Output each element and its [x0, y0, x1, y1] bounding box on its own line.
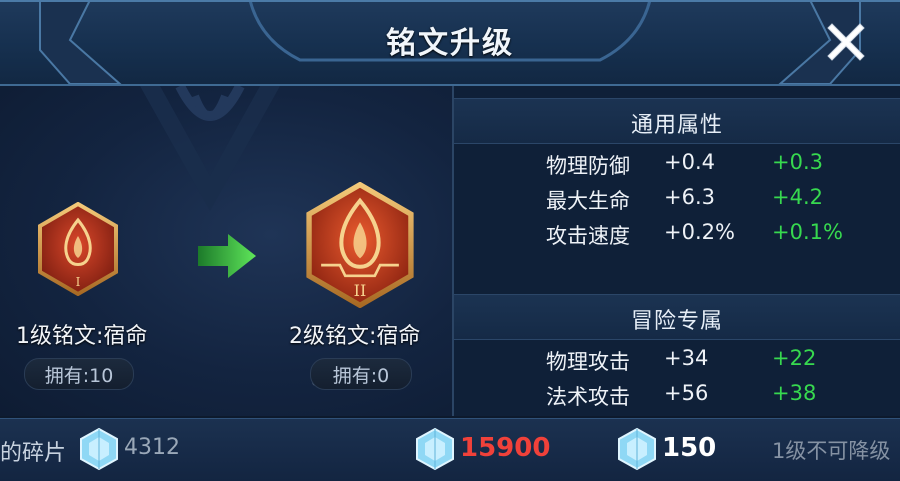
page-title: 铭文升级	[386, 26, 514, 61]
attr-label: 攻击速度	[546, 224, 630, 248]
upgrade-cost-value: 15900	[460, 433, 551, 463]
attr-base-value: +6.3	[664, 185, 715, 209]
next-rune-name: 2级铭文:宿命	[289, 324, 421, 349]
fragments-label: 的碎片	[0, 441, 67, 466]
title-bar: 铭文升级	[0, 0, 900, 86]
close-icon	[827, 23, 865, 61]
rune-preview-panel: I 1级铭文:宿命 拥有:10 II 2级铭文:宿命 拥有:0	[0, 86, 452, 416]
attr-base-value: +0.2%	[664, 220, 735, 244]
attr-label: 法术攻击	[546, 385, 630, 409]
svg-text:I: I	[76, 275, 81, 289]
current-rune-name: 1级铭文:宿命	[16, 324, 148, 349]
next-rune-owned: 拥有:0	[310, 358, 412, 390]
bottom-bar: 的碎片 4312 15900 150 1级不可降级	[0, 418, 900, 481]
general-attributes-header: 通用属性	[454, 98, 900, 144]
current-rune-owned: 拥有:10	[24, 358, 134, 390]
rune-level1-icon[interactable]: I	[37, 202, 119, 296]
rune-level2-icon[interactable]: II	[305, 182, 415, 308]
attr-gain-value: +0.1%	[772, 220, 843, 244]
attr-label: 物理防御	[546, 154, 630, 178]
downgrade-note: 1级不可降级	[772, 439, 891, 463]
close-button[interactable]	[818, 14, 874, 70]
attr-label: 最大生命	[546, 189, 630, 213]
attr-label: 物理攻击	[546, 350, 630, 374]
adventure-attributes-title: 冒险专属	[630, 309, 723, 334]
green-arrow-right-icon	[198, 234, 256, 278]
general-attributes-title: 通用属性	[630, 113, 723, 138]
attr-gain-value: +38	[772, 381, 817, 405]
attr-gain-value: +4.2	[772, 185, 823, 209]
attr-base-value: +34	[664, 346, 709, 370]
crystal-gem-icon	[416, 427, 454, 471]
attr-gain-value: +22	[772, 346, 817, 370]
crystal-gem-icon	[80, 427, 118, 471]
secondary-cost-value: 150	[662, 433, 717, 463]
attributes-panel: 通用属性 物理防御 +0.4 +0.3 最大生命 +6.3 +4.2 攻击速度 …	[454, 86, 900, 416]
svg-text:II: II	[354, 281, 367, 300]
attr-gain-value: +0.3	[772, 150, 823, 174]
attr-base-value: +0.4	[664, 150, 715, 174]
crystal-gem-icon	[618, 427, 656, 471]
adventure-attributes-header: 冒险专属	[454, 294, 900, 340]
attr-base-value: +56	[664, 381, 709, 405]
fragments-count: 4312	[124, 435, 180, 460]
rune-upgrade-dialog: 铭文升级 I 1级铭文:宿命 拥有:10 II 2级铭文:宿命 拥有:0 通用属…	[0, 0, 900, 481]
background-emblem	[140, 86, 280, 211]
